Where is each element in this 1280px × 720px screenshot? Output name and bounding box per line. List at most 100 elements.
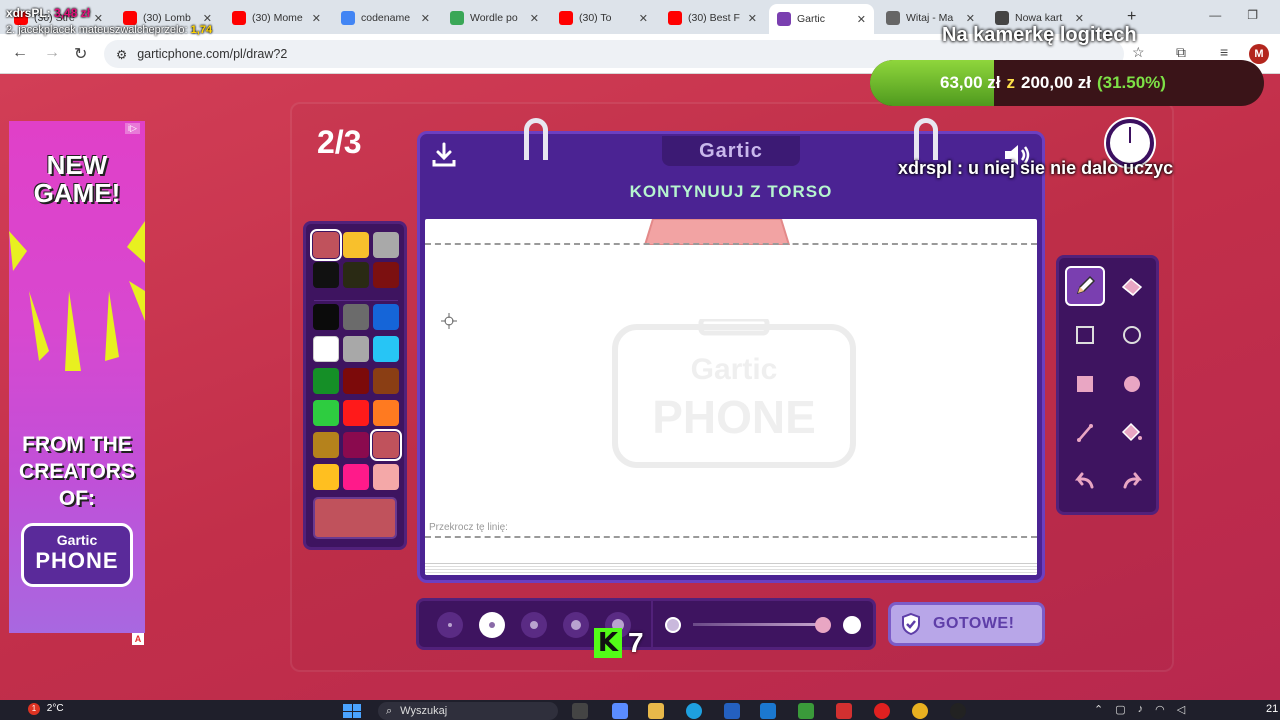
tool-pencil[interactable] [1065, 266, 1105, 306]
tool-rect-fill[interactable] [1065, 364, 1105, 404]
opacity-track[interactable] [693, 623, 825, 626]
tool-undo[interactable] [1065, 462, 1105, 502]
ellipse-outline-icon [1123, 326, 1141, 344]
browser-tab[interactable]: codename ✕ [333, 6, 438, 30]
color-swatch[interactable] [373, 464, 399, 490]
app-icon[interactable] [760, 703, 776, 719]
file-explorer-icon[interactable] [648, 703, 664, 719]
app-icon[interactable] [836, 703, 852, 719]
color-swatch[interactable] [313, 304, 339, 330]
color-swatch[interactable] [343, 368, 369, 394]
minimize-button[interactable]: — [1209, 8, 1221, 22]
google-icon [341, 11, 355, 25]
browser-tab[interactable]: (30) To ✕ [551, 6, 656, 30]
minecraft-icon[interactable] [798, 703, 814, 719]
close-tab-icon[interactable]: ✕ [421, 12, 430, 25]
tool-ellipse-fill[interactable] [1112, 364, 1152, 404]
ad-choices-badge[interactable]: A [132, 633, 144, 645]
color-swatch[interactable] [313, 464, 339, 490]
color-swatch[interactable] [313, 432, 339, 458]
taskbar-search[interactable]: ⌕ Wyszukaj [378, 702, 558, 720]
close-tab-icon[interactable]: ✕ [639, 12, 648, 25]
reload-icon[interactable]: ↻ [74, 44, 87, 64]
color-swatch[interactable] [370, 429, 402, 461]
store-icon[interactable] [724, 703, 740, 719]
color-swatch[interactable] [343, 336, 369, 362]
goal-separator: z [1006, 73, 1016, 92]
tray-app-icon[interactable]: ▢ [1115, 703, 1125, 716]
color-swatch[interactable] [343, 432, 369, 458]
ad-info-badge[interactable]: i▷ [125, 123, 140, 134]
close-tab-icon[interactable]: ✕ [748, 12, 757, 25]
color-swatch[interactable] [373, 262, 399, 288]
back-icon[interactable]: ← [12, 44, 28, 62]
extensions-icon[interactable]: ⧉ [1176, 44, 1186, 61]
tool-eraser[interactable] [1112, 266, 1152, 306]
opacity-handle[interactable] [815, 617, 831, 633]
browser-tab[interactable]: Wordle po ✕ [442, 6, 547, 30]
color-swatch[interactable] [373, 304, 399, 330]
speaker-icon[interactable]: ◁ [1177, 703, 1185, 716]
close-tab-icon[interactable]: ✕ [203, 12, 212, 25]
chrome-icon[interactable] [912, 703, 928, 719]
close-tab-icon[interactable]: ✕ [312, 12, 321, 25]
color-swatch[interactable] [313, 368, 339, 394]
goal-percent: (31.50%) [1096, 73, 1166, 92]
tool-rect-outline[interactable] [1065, 315, 1105, 355]
ad-banner[interactable]: i▷ NEW GAME! FROM THE CREATORS OF: Garti… [9, 121, 145, 633]
color-swatch[interactable] [343, 400, 369, 426]
opera-icon[interactable] [874, 703, 890, 719]
browser-tab[interactable]: (30) Mome ✕ [224, 6, 329, 30]
color-swatch[interactable] [343, 232, 369, 258]
task-view-icon[interactable] [572, 703, 588, 719]
opacity-slider[interactable] [651, 601, 873, 647]
color-swatch[interactable] [373, 400, 399, 426]
close-tab-icon[interactable]: ✕ [530, 12, 539, 25]
media-control-icon[interactable]: ≡ [1220, 44, 1228, 60]
pencil-icon [1076, 275, 1096, 295]
close-tab-icon[interactable]: ✕ [94, 12, 103, 25]
tray-chevron-icon[interactable]: ⌃ [1094, 703, 1103, 716]
tab-title: Nowa kart [1015, 12, 1063, 24]
maximize-button[interactable]: ❐ [1247, 8, 1258, 22]
close-tab-icon[interactable]: ✕ [1075, 12, 1084, 25]
download-icon[interactable] [430, 142, 458, 168]
color-swatch[interactable] [313, 400, 339, 426]
color-swatch[interactable] [343, 262, 369, 288]
color-swatch[interactable] [373, 368, 399, 394]
crosshair-cursor-icon [441, 313, 457, 329]
color-swatch[interactable] [313, 262, 339, 288]
brush-size-button[interactable] [437, 612, 463, 638]
done-button[interactable]: GOTOWE! [888, 602, 1045, 646]
edge-icon[interactable] [686, 703, 702, 719]
site-info-icon[interactable]: ⚙ [116, 47, 127, 62]
color-swatch[interactable] [343, 464, 369, 490]
color-swatch[interactable] [310, 229, 342, 261]
watermark-top-text: Gartic [691, 353, 778, 386]
browser-tab[interactable]: (30) Best F ✕ [660, 6, 765, 30]
brush-size-button[interactable] [479, 612, 505, 638]
forward-icon[interactable]: → [44, 44, 60, 62]
close-tab-icon[interactable]: ✕ [966, 12, 975, 25]
wifi-icon[interactable]: ◠ [1155, 703, 1165, 716]
tool-line[interactable] [1065, 413, 1105, 453]
drawing-canvas[interactable]: Gartic PHONE Przekrocz tę linię: [425, 219, 1037, 575]
color-swatch[interactable] [373, 336, 399, 362]
ad-gartic-logo: Gartic PHONE [21, 523, 133, 587]
brush-size-button[interactable] [563, 612, 589, 638]
browser-tab[interactable]: Gartic ✕ [769, 4, 874, 34]
color-swatch[interactable] [343, 304, 369, 330]
color-swatch[interactable] [313, 336, 339, 362]
color-swatch[interactable] [373, 232, 399, 258]
app-icon[interactable] [950, 703, 966, 719]
brush-size-button[interactable] [521, 612, 547, 638]
tool-redo[interactable] [1112, 462, 1152, 502]
start-icon[interactable] [343, 704, 361, 718]
current-color-preview[interactable] [313, 497, 397, 539]
copilot-icon[interactable] [612, 703, 628, 719]
microphone-icon[interactable]: ♪ [1138, 703, 1144, 716]
tool-bucket[interactable] [1112, 413, 1152, 453]
close-tab-icon[interactable]: ✕ [857, 13, 866, 26]
weather-widget[interactable]: 1 2°C [28, 703, 64, 715]
tool-ellipse-outline[interactable] [1112, 315, 1152, 355]
